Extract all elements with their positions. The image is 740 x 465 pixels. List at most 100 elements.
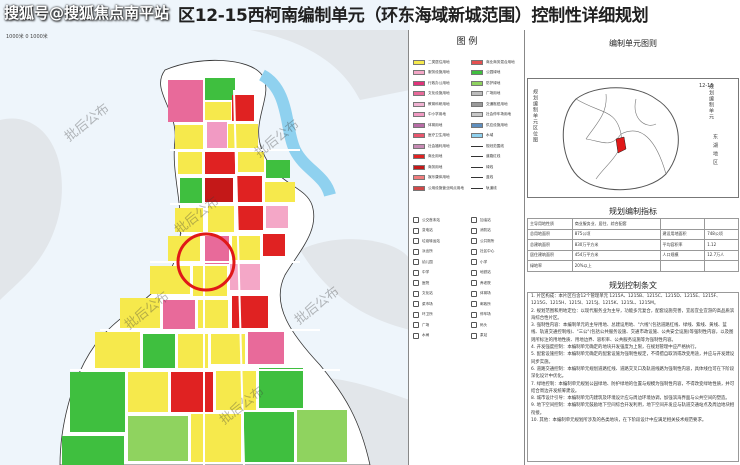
symbol-icon bbox=[413, 227, 419, 234]
legend-symbol-label: 文化站 bbox=[422, 291, 433, 295]
legend-item: 商业用地 bbox=[413, 153, 442, 161]
legend-item: 教育科研用地 bbox=[413, 100, 450, 108]
locator-map: 规划编制单元区位图 规划编制单元 12-15 东 湖 地 区 bbox=[527, 78, 739, 198]
header: 搜狐号@搜狐焦点南平站 区12-15西柯南编制单元（环东海域新城范围）控制性详细… bbox=[0, 0, 740, 30]
legend-symbol: 社区中心 bbox=[471, 248, 494, 256]
legend-symbol-label: 医院 bbox=[422, 280, 430, 285]
control-paragraph: 5. 配套设施控制：本编制单元确定的配套设施为强制性规定，不得擅自取消或改变用途… bbox=[531, 352, 735, 365]
indicator-title: 规划编制指标 bbox=[609, 207, 657, 216]
legend-item: 供应设施用地 bbox=[471, 121, 508, 129]
legend-item: 社会停车场用地 bbox=[471, 111, 511, 119]
legend-symbol: 邮政所 bbox=[471, 300, 491, 308]
legend-symbol-label: 社区中心 bbox=[480, 249, 495, 253]
legend-color-swatch bbox=[413, 80, 425, 86]
legend-item: 交通枢纽用地 bbox=[471, 100, 508, 108]
indicator-row: 主导用地性质 商业服务业、居住、综合配套 bbox=[527, 218, 739, 230]
scale-note: 1000米 0 1000米 bbox=[6, 34, 48, 40]
indicator-cell: 居住建筑面积 bbox=[527, 249, 573, 261]
legend-item-label: 社会福利用地 bbox=[428, 143, 450, 148]
symbol-icon bbox=[471, 332, 477, 339]
legend-item: 轨道线 bbox=[471, 184, 497, 192]
legend-item: 行政办公用地 bbox=[413, 79, 450, 87]
indicator-row: 绿地率 20%以上 bbox=[527, 260, 739, 272]
legend-item-label: 社会停车场用地 bbox=[486, 112, 512, 116]
legend-symbol-label: 加油站 bbox=[480, 217, 491, 222]
legend-color-swatch bbox=[413, 164, 425, 170]
legend-symbol-label: 中学 bbox=[422, 270, 430, 274]
legend-item-label: 中小学用地 bbox=[428, 112, 446, 116]
symbol-icon bbox=[413, 217, 419, 223]
indicator-row: 居住建筑面积 454万平方米 人口规模 12.7万人 bbox=[527, 249, 739, 261]
legend-line-swatch bbox=[471, 166, 483, 168]
indicator-cell: 748公顷 bbox=[704, 228, 739, 240]
legend-symbol: 派出所 bbox=[413, 248, 433, 256]
legend-symbol: 加油站 bbox=[471, 216, 491, 224]
legend-color-swatch bbox=[471, 59, 483, 65]
info-panel: 编制单元图则 规划编制单元区位图 规划编制单元 12-15 东 湖 地 区 规划… bbox=[524, 30, 740, 465]
indicator-cell: 20%以上 bbox=[571, 260, 661, 272]
legend-color-swatch bbox=[471, 101, 483, 107]
map-canvas bbox=[0, 0, 410, 465]
legend-symbol: 中学 bbox=[413, 269, 429, 277]
legend-item-label: 广场用地 bbox=[486, 91, 501, 95]
legend-line-swatch bbox=[471, 145, 483, 147]
indicator-cell bbox=[659, 218, 706, 230]
indicator-cell: 人口规模 bbox=[659, 249, 706, 261]
legend-symbol-label: 小学 bbox=[480, 259, 488, 264]
legend-item: 绿线 bbox=[471, 163, 493, 171]
legend-symbol: 菜市场 bbox=[413, 300, 433, 308]
legend-color-swatch bbox=[413, 112, 425, 117]
symbol-icon bbox=[413, 290, 419, 297]
symbol-icon bbox=[471, 280, 477, 286]
land-use-map: 1000米 0 1000米 批后公布 批后公布 批后公布 批后公布 批后公布 批… bbox=[0, 0, 410, 465]
indicator-cell: 绿地率 bbox=[527, 260, 573, 272]
legend-symbol-label: 变电站 bbox=[422, 228, 433, 232]
locator-svg bbox=[562, 87, 679, 191]
legend-symbol: 公共厕所 bbox=[471, 237, 494, 245]
control-paragraph: 10. 其他：本编制单元规划所涉及的各类地块，在下阶段设计中应满足相关技术规范要… bbox=[531, 418, 707, 424]
legend-symbol-label: 体育场 bbox=[480, 291, 491, 295]
legend-item-label: 服务设施用地 bbox=[428, 70, 450, 74]
legend-item: 道路红线 bbox=[471, 153, 500, 161]
legend-symbol-label: 邮政所 bbox=[480, 301, 491, 306]
legend-symbol: 泵站 bbox=[471, 332, 487, 340]
legend-color-swatch bbox=[413, 101, 425, 107]
legend-symbol: 码头 bbox=[471, 321, 487, 329]
indicator-row: 总建筑面积 830万平方米 平均容积率 1.12 bbox=[527, 239, 739, 251]
legend-item-label: 绿线 bbox=[486, 164, 494, 169]
legend-symbol-label: 水闸 bbox=[422, 333, 430, 337]
legend-item-label: 供应设施用地 bbox=[486, 122, 508, 127]
legend-symbol-label: 消防站 bbox=[480, 228, 491, 232]
symbol-icon bbox=[413, 322, 419, 328]
legend-item-label: 教育科研用地 bbox=[428, 101, 450, 106]
indicator-cell: 总用地面积 bbox=[527, 228, 573, 240]
legend-item-label: 道路红线 bbox=[486, 154, 501, 158]
legend-line-swatch bbox=[471, 177, 483, 178]
legend-symbol-label: 码头 bbox=[480, 322, 488, 327]
legend-item: 商务用地 bbox=[413, 163, 442, 171]
legend-line-swatch bbox=[471, 156, 483, 157]
indicator-cell: 总建筑面积 bbox=[527, 239, 573, 251]
control-text: 1. 片区构成：本片区包含12个管理单元 1215A、1215B、1215C、1… bbox=[527, 292, 739, 462]
indicator-cell: 主导用地性质 bbox=[527, 218, 573, 230]
indicator-cell: 商业服务业、居住、综合配套 bbox=[571, 218, 661, 230]
legend-item-label: 交通枢纽用地 bbox=[486, 101, 508, 106]
legend-item: 水域 bbox=[471, 132, 493, 140]
legend-item: 服务设施用地 bbox=[413, 69, 450, 77]
source-banner: 搜狐号@搜狐焦点南平站 bbox=[4, 4, 170, 22]
legend-symbol: 垃圾转运站 bbox=[413, 237, 440, 245]
legend-item: 中小学用地 bbox=[413, 111, 446, 119]
locator-right-top: 规划编制单元 bbox=[708, 84, 714, 120]
indicator-cell bbox=[704, 260, 739, 272]
symbol-icon bbox=[413, 280, 419, 286]
legend-item: 广场用地 bbox=[471, 90, 500, 98]
legend-symbol-label: 广场 bbox=[422, 322, 430, 327]
legend-item-label: 医疗卫生用地 bbox=[428, 133, 450, 137]
indicator-cell: 830万平方米 bbox=[571, 239, 661, 251]
symbol-icon bbox=[471, 322, 477, 328]
legend-item: 娱乐康体用地 bbox=[413, 174, 450, 182]
legend-item: 防护绿地 bbox=[471, 79, 500, 87]
legend-item-label: 公用设施营业网点用地 bbox=[428, 185, 464, 190]
legend-color-swatch bbox=[471, 80, 483, 86]
legend-symbol: 医院 bbox=[413, 279, 429, 287]
